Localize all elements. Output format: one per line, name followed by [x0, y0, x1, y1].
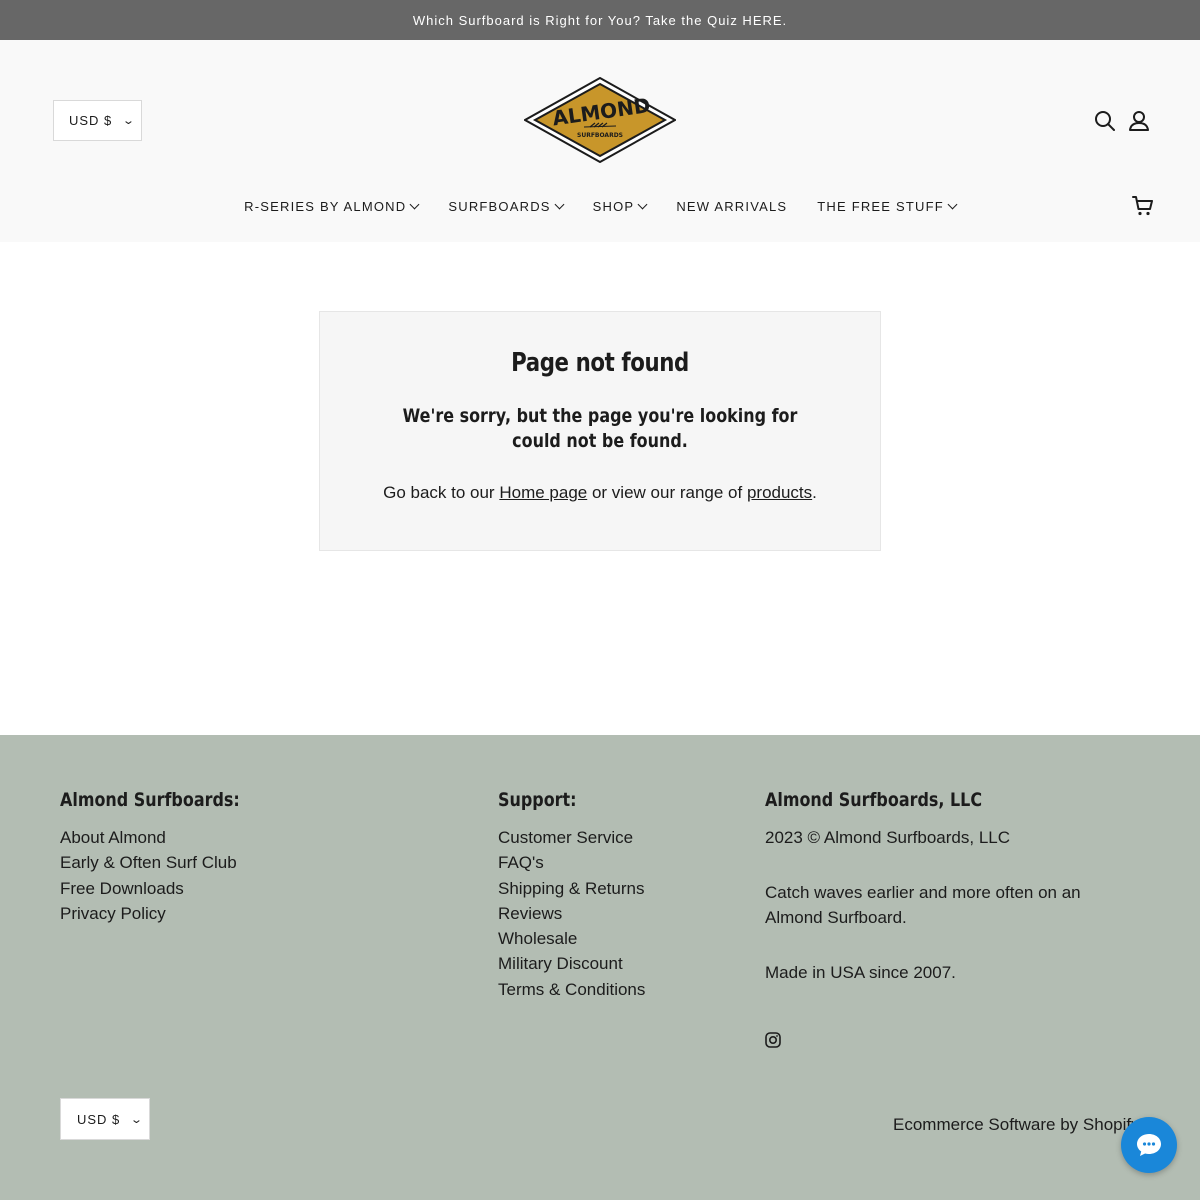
footer-link-privacy[interactable]: Privacy Policy — [60, 901, 274, 926]
footer-link-list: Customer Service FAQ's Shipping & Return… — [498, 825, 645, 1002]
chevron-down-icon — [637, 199, 648, 209]
main-nav: R-SERIES BY ALMOND SURFBOARDS SHOP NEW A… — [0, 193, 1200, 219]
footer-heading: Support: — [498, 789, 577, 811]
not-found-message: We're sorry, but the page you're looking… — [402, 405, 798, 452]
footer-made-in: Made in USA since 2007. — [765, 963, 956, 982]
announcement-bar[interactable]: Which Surfboard is Right for You? Take t… — [0, 0, 1200, 40]
footer-link-military[interactable]: Military Discount — [498, 951, 645, 976]
footer-heading: Almond Surfboards, LLC — [765, 789, 983, 811]
footer-link-reviews[interactable]: Reviews — [498, 901, 645, 926]
currency-selector[interactable]: USD $ ⌄ — [53, 100, 142, 141]
powered-by-link[interactable]: Ecommerce Software by Shopify — [893, 1115, 1140, 1135]
not-found-links: Go back to our Home page or view our ran… — [320, 483, 880, 503]
footer-link-faqs[interactable]: FAQ's — [498, 850, 645, 875]
currency-value: USD $ — [69, 113, 113, 128]
not-found-panel: Page not found We're sorry, but the page… — [319, 311, 881, 551]
cart-icon[interactable] — [1131, 194, 1155, 218]
brand-logo[interactable]: ALMOND SURFBOARDS — [522, 76, 678, 164]
back-middle-text: or view our range of — [591, 483, 743, 502]
chevron-down-icon — [947, 199, 958, 209]
footer-link-shipping[interactable]: Shipping & Returns — [498, 876, 645, 901]
footer-col-company: Almond Surfboards, LLC 2023 © Almond Sur… — [765, 789, 1095, 1015]
nav-item-label: THE FREE STUFF — [817, 198, 944, 214]
products-link[interactable]: products — [747, 483, 812, 502]
home-page-link[interactable]: Home page — [499, 483, 587, 502]
footer-company-info: 2023 © Almond Surfboards, LLC Catch wave… — [765, 825, 1095, 985]
footer-link-customer-service[interactable]: Customer Service — [498, 825, 645, 850]
footer-link-surf-club[interactable]: Early & Often Surf Club — [60, 850, 274, 875]
footer-link-free-downloads[interactable]: Free Downloads — [60, 876, 274, 901]
chat-bubble-icon — [1137, 1134, 1161, 1156]
account-icon[interactable] — [1127, 109, 1151, 133]
footer-col-support: Support: Customer Service FAQ's Shipping… — [498, 789, 645, 1002]
announcement-text[interactable]: Which Surfboard is Right for You? Take t… — [413, 13, 787, 28]
footer-link-terms[interactable]: Terms & Conditions — [498, 977, 645, 1002]
footer-link-wholesale[interactable]: Wholesale — [498, 926, 645, 951]
nav-item-r-series[interactable]: R-SERIES BY ALMOND — [244, 198, 420, 214]
footer-copyright: 2023 © Almond Surfboards, LLC — [765, 828, 1011, 847]
chevron-down-icon — [554, 199, 565, 209]
back-suffix-text: . — [812, 483, 817, 502]
nav-item-free-stuff[interactable]: THE FREE STUFF — [817, 198, 958, 214]
chat-widget-button[interactable] — [1121, 1117, 1177, 1173]
instagram-icon[interactable] — [765, 1032, 781, 1048]
logo-subtext: SURFBOARDS — [577, 132, 623, 139]
footer-tagline: Catch waves earlier and more often on an… — [765, 883, 1081, 927]
nav-item-label: SHOP — [592, 198, 635, 214]
currency-value: USD $ — [77, 1111, 121, 1127]
search-icon[interactable] — [1093, 109, 1117, 133]
nav-item-label: NEW ARRIVALS — [676, 198, 788, 214]
footer-heading: Almond Surfboards: — [60, 789, 240, 811]
chevron-down-icon: ⌄ — [130, 1113, 145, 1126]
footer-link-list: About Almond Early & Often Surf Club Fre… — [60, 825, 274, 926]
nav-item-label: SURFBOARDS — [448, 198, 551, 214]
nav-item-surfboards[interactable]: SURFBOARDS — [448, 198, 565, 214]
site-header: USD $ ⌄ ALMOND SURFBOARDS R-SERIES BY AL… — [0, 40, 1200, 242]
chevron-down-icon: ⌄ — [122, 115, 137, 127]
footer-link-about[interactable]: About Almond — [60, 825, 274, 850]
footer-col-about: Almond Surfboards: About Almond Early & … — [60, 789, 274, 926]
back-prefix-text: Go back to our — [383, 483, 495, 502]
nav-item-shop[interactable]: SHOP — [592, 198, 648, 214]
nav-item-new-arrivals[interactable]: NEW ARRIVALS — [676, 199, 787, 214]
footer-currency-selector[interactable]: USD $ ⌄ — [60, 1098, 150, 1140]
chevron-down-icon — [409, 199, 420, 209]
site-footer: Almond Surfboards: About Almond Early & … — [0, 735, 1200, 1200]
nav-item-label: R-SERIES BY ALMOND — [244, 198, 407, 214]
page-title: Page not found — [511, 348, 689, 378]
